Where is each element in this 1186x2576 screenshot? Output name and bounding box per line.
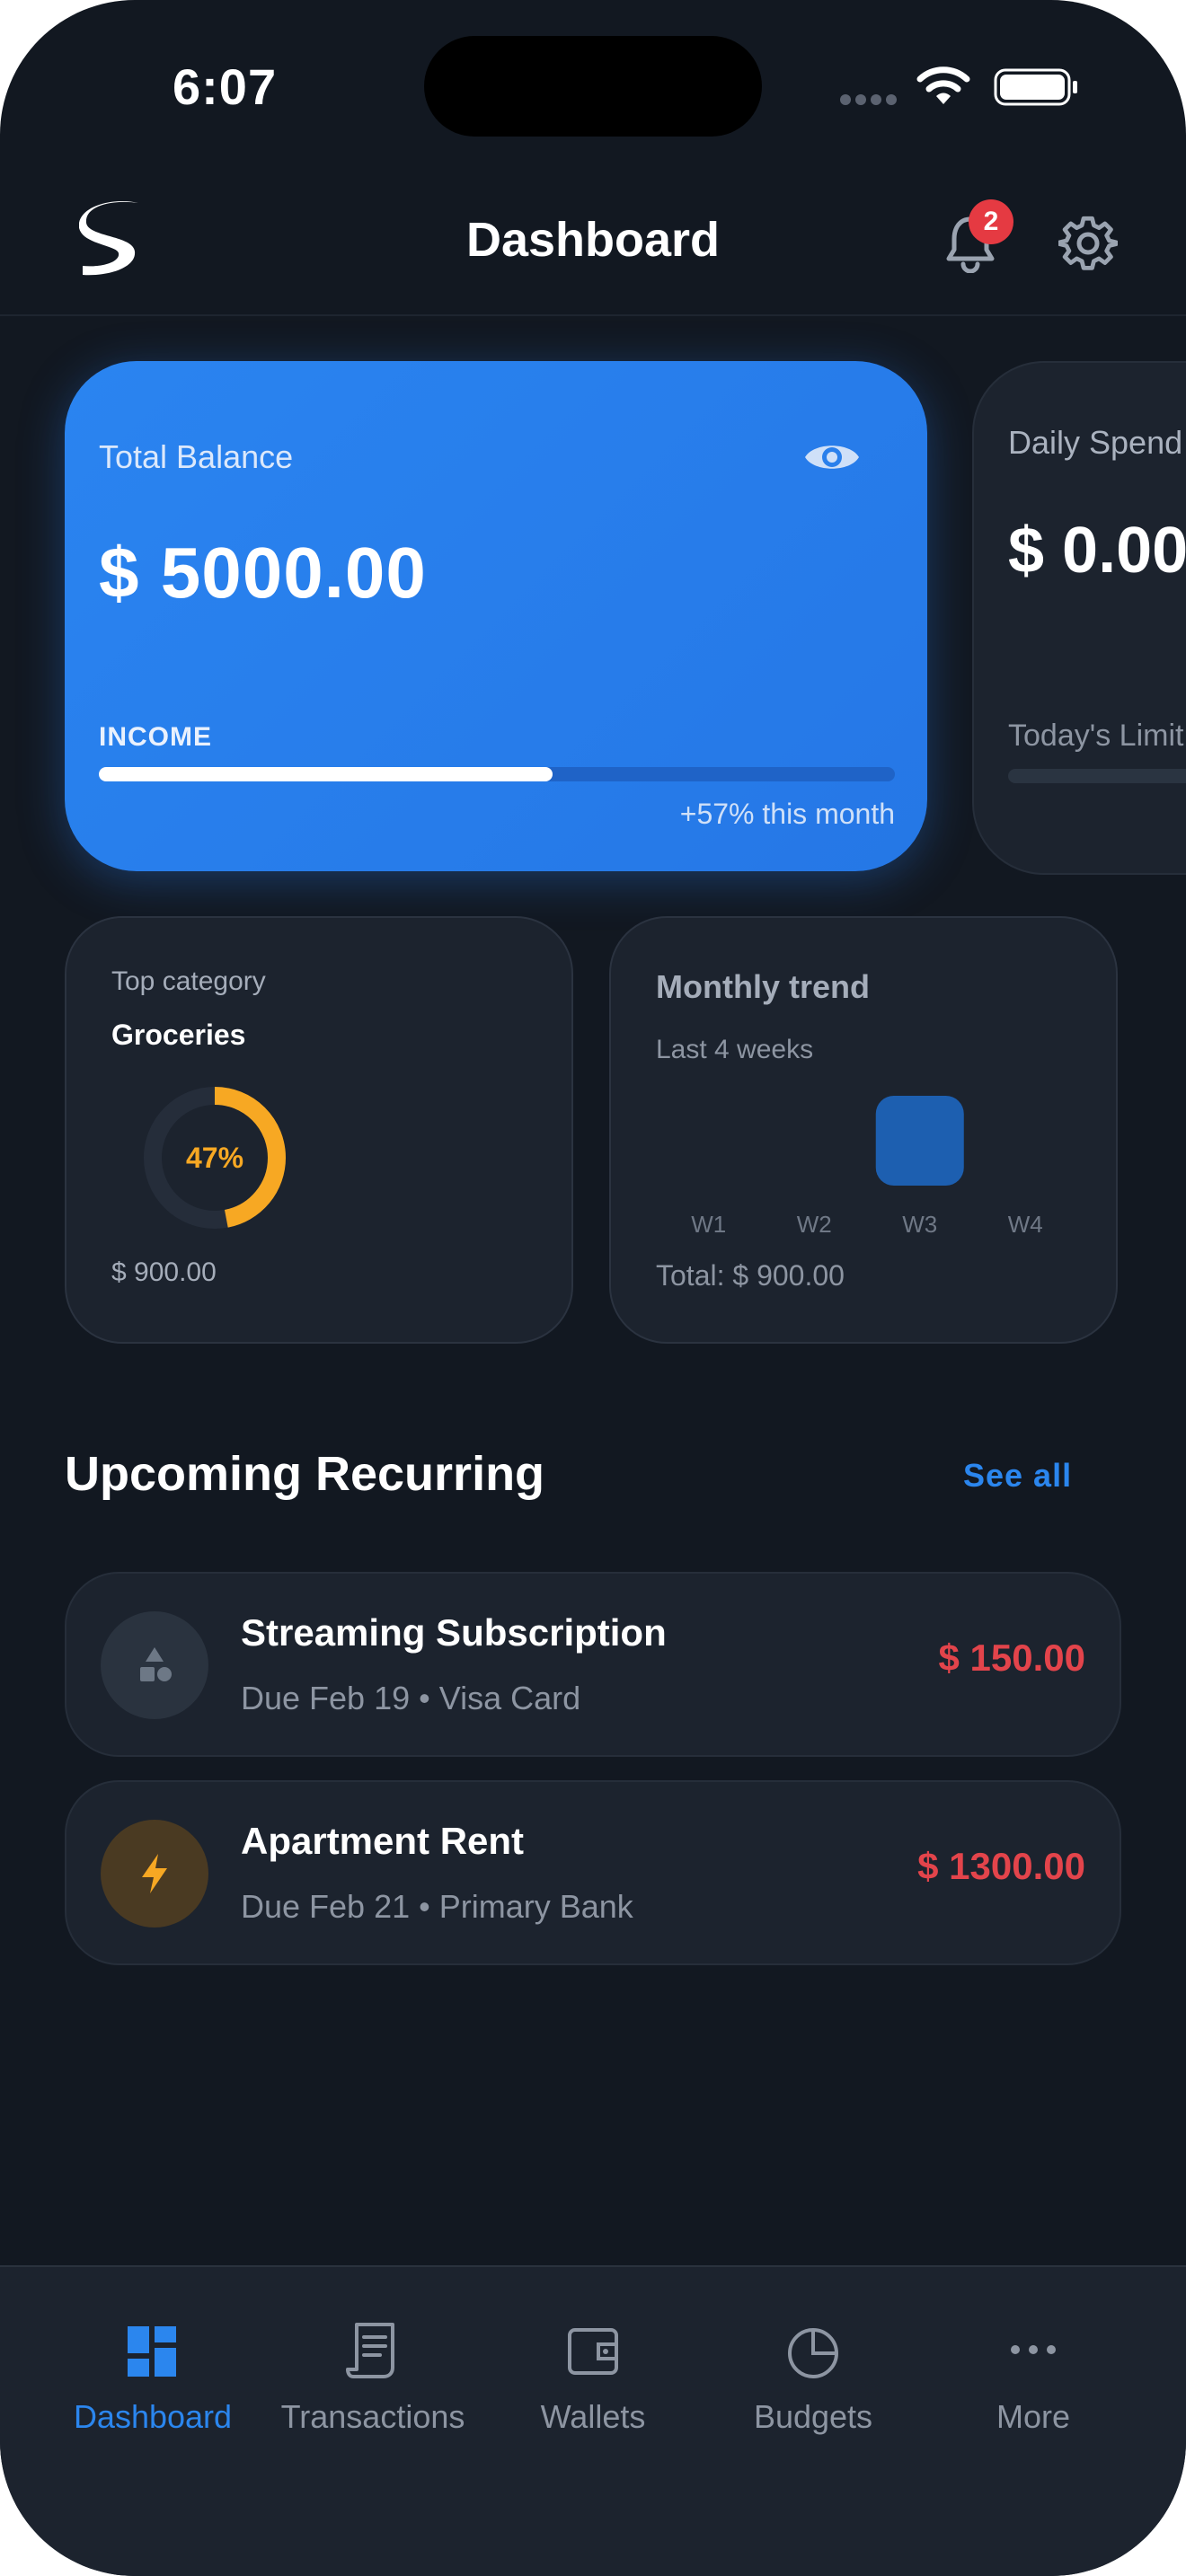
header-divider [0,314,1186,316]
pie-chart-icon [788,2328,838,2378]
income-label: INCOME [99,722,212,752]
tab-budgets[interactable]: Budgets [714,2321,912,2436]
tab-dashboard[interactable]: Dashboard [54,2321,252,2436]
tab-label: More [996,2398,1071,2435]
monthly-trend-chart: W1 W2 W3 W4 [691,1096,1043,1238]
more-icon [1011,2345,1056,2354]
recurring-item[interactable]: Streaming Subscription Due Feb 19 • Visa… [65,1572,1121,1757]
income-progress-bar [99,767,895,781]
dashboard-icon [128,2326,176,2377]
trend-tick-label: W3 [902,1211,937,1238]
daily-limit-bar [1008,769,1186,783]
tab-wallets[interactable]: Wallets [494,2321,692,2436]
wallet-icon [568,2328,618,2375]
wifi-icon [916,66,970,104]
dynamic-island [424,36,762,137]
bottom-tab-bar: Dashboard Transactions Wallets Budgets M… [0,2265,1186,2576]
monthly-trend-subtitle: Last 4 weeks [656,1035,814,1064]
recurring-amount: $ 1300.00 [917,1845,1085,1887]
total-balance-card[interactable]: Total Balance $ 5000.00 INCOME +57% this… [65,361,927,871]
daily-spend-amount: $ 0.00 [1008,515,1186,587]
notification-badge: 2 [969,199,1013,244]
separator-dot: • [419,1680,439,1716]
recurring-name: Streaming Subscription [241,1611,667,1654]
tab-label: Dashboard [73,2398,233,2435]
recurring-due: Due Feb 19 [241,1680,411,1716]
tab-label: Wallets [540,2398,646,2435]
tab-more[interactable]: More [934,2321,1132,2436]
category-percent: 47% [185,1141,244,1174]
settings-gear-icon[interactable] [1058,214,1118,273]
bolt-icon [101,1820,208,1928]
shapes-icon [101,1611,208,1719]
see-all-link[interactable]: See all [963,1457,1072,1495]
signal-icon [840,93,901,110]
daily-spend-card[interactable]: Daily Spend $ 0.00 Today's Limit [972,361,1186,875]
trend-bar-w3 [875,1096,964,1186]
balance-label: Total Balance [99,438,294,475]
top-category-name: Groceries [111,1019,246,1051]
battery-icon [994,68,1077,106]
income-progress-fill [99,767,553,781]
monthly-trend-card[interactable]: Monthly trend Last 4 weeks W1 W2 W3 W4 Tota… [609,916,1118,1344]
top-category-card[interactable]: Top category Groceries 47% $ 900.00 [65,916,573,1344]
trend-tick-label: W2 [797,1211,832,1238]
upcoming-section-title: Upcoming Recurring [65,1447,545,1501]
recurring-due: Due Feb 21 [241,1888,411,1925]
recurring-details: Due Feb 19 • Visa Card [241,1680,580,1717]
balance-amount: $ 5000.00 [99,533,427,613]
recurring-account: Primary Bank [438,1888,633,1925]
recurring-name: Apartment Rent [241,1820,525,1862]
top-category-amount: $ 900.00 [111,1257,217,1287]
separator-dot: • [419,1888,439,1925]
tab-label: Transactions [280,2398,465,2435]
recurring-amount: $ 150.00 [938,1636,1086,1679]
daily-spend-label: Daily Spend [1008,424,1183,461]
daily-limit-label: Today's Limit [1008,719,1184,753]
status-time: 6:07 [173,58,278,115]
tab-transactions[interactable]: Transactions [274,2321,472,2436]
recurring-item[interactable]: Apartment Rent Due Feb 21 • Primary Bank… [65,1780,1121,1965]
tab-label: Budgets [753,2398,873,2435]
trend-tick-label: W4 [1008,1211,1043,1238]
recurring-details: Due Feb 21 • Primary Bank [241,1888,633,1926]
phone-screen: 6:07 Dashboard 2 Total Balance $ 5000.00… [0,0,1186,2576]
monthly-trend-total: Total: $ 900.00 [656,1259,845,1292]
toggle-visibility-eye-icon[interactable] [803,437,861,478]
recurring-account: Visa Card [438,1680,581,1716]
monthly-trend-title: Monthly trend [656,968,870,1005]
trend-tick-label: W1 [691,1211,726,1238]
receipt-icon [346,2323,394,2378]
top-category-title: Top category [111,966,266,996]
income-change-text: +57% this month [679,798,895,830]
